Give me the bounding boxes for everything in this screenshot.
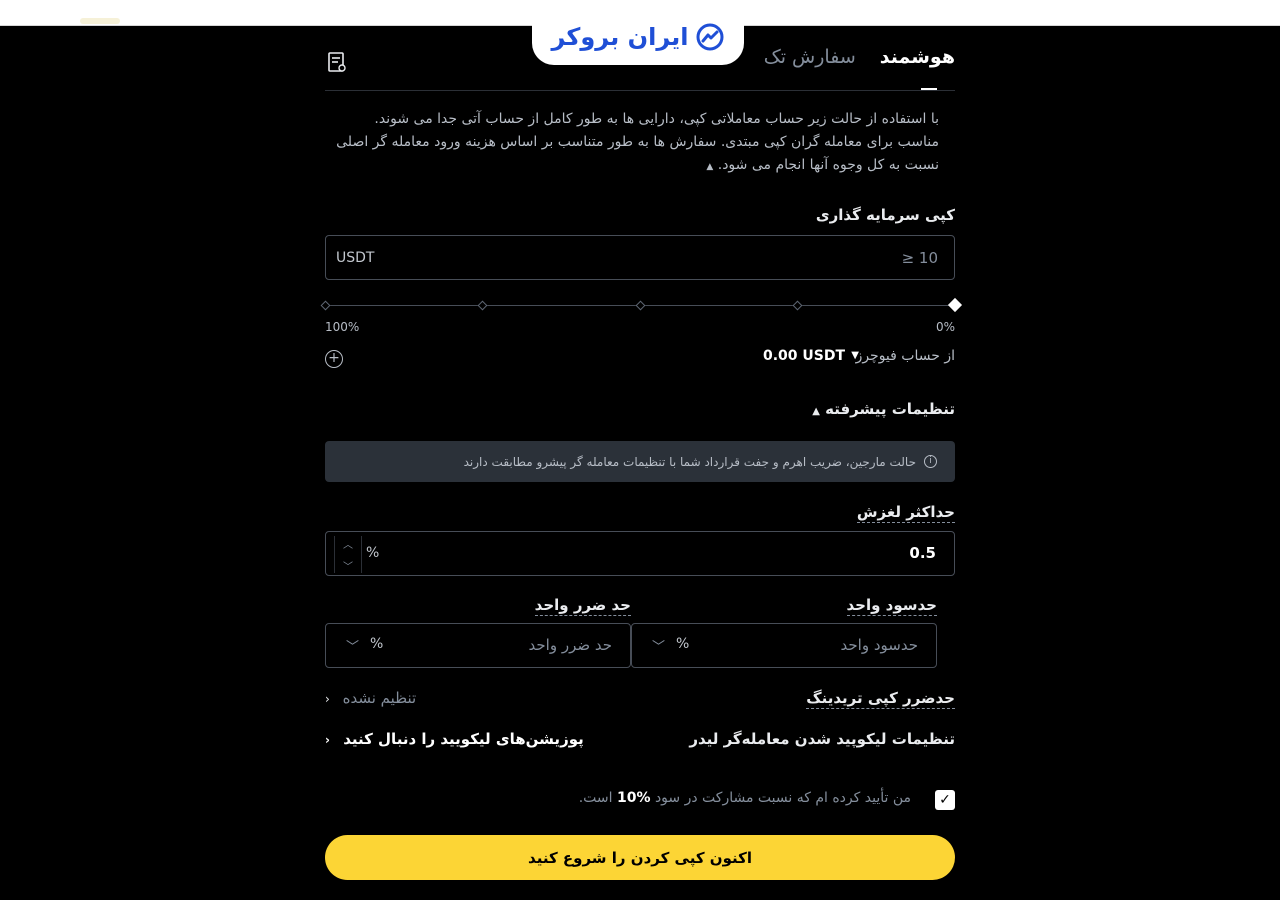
stop-loss-label: حد ضرر واحد — [534, 596, 631, 616]
chevron-left-icon: ‹ — [325, 733, 330, 747]
slider-handle[interactable] — [947, 297, 963, 313]
account-dropdown-caret-icon[interactable]: ▼ — [851, 350, 859, 361]
copy-stop-loss-label-text[interactable]: حدضرر کپی تریدینگ — [806, 689, 955, 709]
take-profit-label: حدسود واحد — [846, 596, 937, 616]
tab-single-order[interactable]: سفارش تک — [764, 46, 856, 68]
confirm-text-after: است. — [578, 790, 613, 806]
add-funds-plus-icon[interactable]: + — [325, 350, 343, 368]
stop-loss-label-text[interactable]: حد ضرر واحد — [534, 596, 631, 616]
advanced-settings-toggle[interactable]: تنظیمات پیشرفته ▲ — [812, 400, 955, 418]
stepper-down-icon[interactable]: ﹀ — [343, 558, 353, 573]
stop-loss-input[interactable]: حد ضرر واحد % ﹀ — [325, 623, 631, 668]
profit-share-percent: 10% — [616, 790, 651, 806]
liquidation-settings-label: تنظیمات لیکوپید شدن معامله‌گر لیدر — [689, 730, 955, 748]
info-icon: i — [924, 455, 937, 468]
brand-logo: ایران بروکر — [532, 8, 744, 65]
advanced-notice: i حالت مارجین، ضریب اهرم و جفت قرارداد ش… — [325, 441, 955, 482]
slider-step-25[interactable] — [792, 300, 803, 311]
take-profit-input[interactable]: حدسود واحد % ﹀ — [631, 623, 937, 668]
investment-placeholder: ≥ 10 — [901, 248, 938, 267]
slippage-label-text[interactable]: حداکثر لغزش — [856, 503, 955, 523]
advanced-notice-text: حالت مارجین، ضریب اهرم و جفت قرارداد شما… — [463, 454, 916, 469]
advanced-settings-label: تنظیمات پیشرفته — [825, 400, 955, 418]
collapse-caret-icon[interactable]: ▲ — [706, 162, 713, 172]
investment-input[interactable]: ≥ 10 USDT — [325, 235, 955, 280]
slider-step-75[interactable] — [477, 300, 488, 311]
stop-loss-unit: % — [370, 636, 384, 652]
investment-unit: USDT — [336, 249, 375, 266]
from-account-label: از حساب فیوچرز — [855, 348, 955, 364]
profit-share-confirm: ✓ من تأیید کرده ام که نسبت مشارکت در سود… — [325, 788, 955, 812]
confirm-text: من تأیید کرده ام که نسبت مشارکت در سود 1… — [579, 790, 911, 806]
from-account-row: از حساب فیوچرز ▼ 0.00 USDT + — [325, 348, 955, 370]
copy-stop-loss-label: حدضرر کپی تریدینگ — [806, 689, 955, 709]
slippage-value: 0.5 — [909, 544, 936, 562]
mode-tabs: هوشمند سفارش تک — [764, 46, 955, 68]
slider-step-50[interactable] — [635, 300, 646, 311]
slider-max-label: 100% — [325, 320, 360, 334]
copy-stop-loss-value-text: تنظیم نشده — [342, 689, 417, 707]
chevron-left-icon: ‹ — [325, 692, 330, 706]
slider-min-label: 0% — [935, 320, 955, 334]
investment-slider[interactable] — [320, 297, 963, 313]
investment-label: کپی سرمایه گذاری — [815, 206, 955, 224]
slippage-input[interactable]: 0.5 % ︿ ﹀ — [325, 531, 955, 576]
advanced-caret-icon: ▲ — [812, 406, 820, 417]
brand-logo-text: ایران بروکر — [551, 22, 689, 51]
confirm-text-before: من تأیید کرده ام که نسبت مشارکت در سود — [654, 790, 911, 806]
take-profit-chevron-down-icon[interactable]: ﹀ — [652, 636, 665, 655]
slippage-label: حداکثر لغزش — [856, 503, 955, 523]
stop-loss-chevron-down-icon[interactable]: ﹀ — [346, 636, 359, 655]
confirm-checkbox[interactable]: ✓ — [935, 790, 955, 810]
tab-smart[interactable]: هوشمند — [880, 46, 955, 68]
slippage-unit: % — [366, 545, 380, 561]
slider-step-100[interactable] — [320, 300, 331, 311]
tabs-divider — [325, 90, 955, 91]
take-profit-unit: % — [676, 636, 690, 652]
top-bar-smudge — [80, 18, 120, 24]
start-copying-button[interactable]: اکنون کپی کردن را شروع کنید — [325, 835, 955, 880]
copy-stop-loss-value[interactable]: تنظیم نشده ‹ — [325, 689, 416, 707]
info-description-text: با استفاده از حالت زیر حساب معاملاتی کپی… — [336, 111, 939, 173]
take-profit-label-text[interactable]: حدسود واحد — [846, 596, 937, 616]
take-profit-placeholder: حدسود واحد — [840, 636, 918, 654]
slippage-stepper[interactable]: ︿ ﹀ — [334, 536, 362, 573]
stepper-up-icon[interactable]: ︿ — [343, 536, 353, 551]
liquidation-settings-value[interactable]: پوزیشن‌های لیکویید را دنبال کنید ‹ — [325, 730, 584, 748]
liquidation-settings-value-text: پوزیشن‌های لیکویید را دنبال کنید — [343, 730, 584, 748]
chart-trend-icon — [696, 23, 724, 50]
from-account-balance: 0.00 USDT — [762, 348, 845, 364]
document-badge-icon[interactable] — [327, 52, 347, 74]
info-description: با استفاده از حالت زیر حساب معاملاتی کپی… — [334, 108, 939, 179]
stop-loss-placeholder: حد ضرر واحد — [528, 636, 613, 654]
